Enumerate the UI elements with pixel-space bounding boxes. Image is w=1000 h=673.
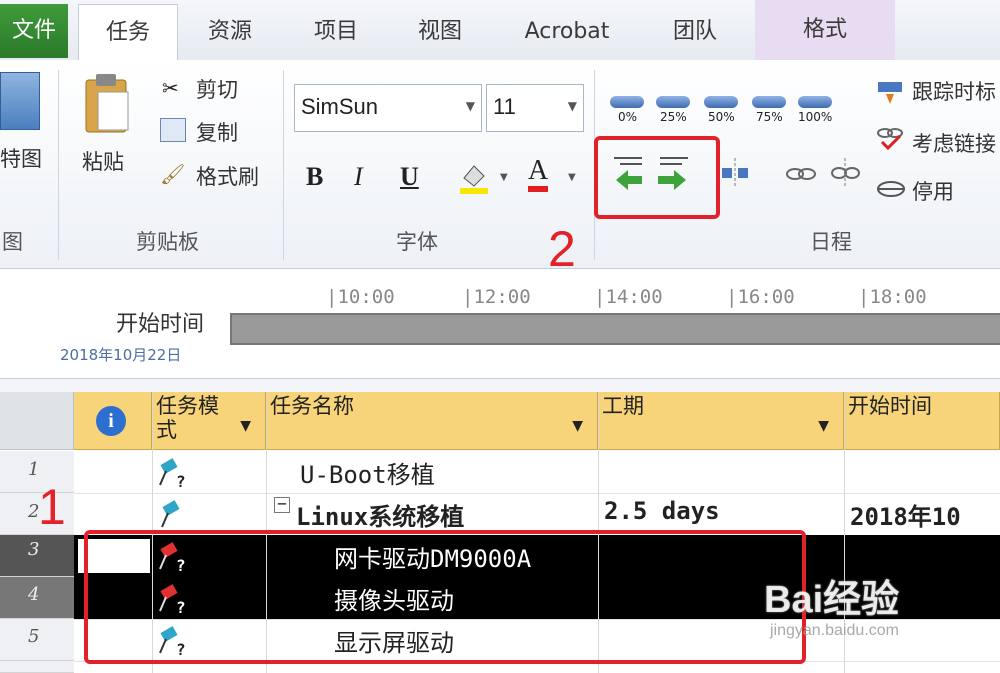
track-timeline-icon[interactable] xyxy=(876,78,904,106)
underline-button[interactable]: U xyxy=(400,162,419,192)
unlink-tasks-icon[interactable] xyxy=(830,158,860,188)
percent-complete-50-icon[interactable] xyxy=(704,96,738,108)
schedule-group-label: 日程 xyxy=(810,230,852,254)
collapse-summary-icon[interactable]: − xyxy=(274,496,290,513)
percent-0-label: 0% xyxy=(618,110,638,124)
column-header-start[interactable]: 开始时间 xyxy=(844,392,1000,450)
task-name-header-label: 任务名称 xyxy=(270,394,354,418)
view-group-label: 图 xyxy=(2,230,23,254)
font-name-combo[interactable]: SimSun ▼ xyxy=(294,84,482,132)
percent-complete-0-icon[interactable] xyxy=(610,96,644,108)
paste-icon[interactable] xyxy=(82,72,132,134)
grid-top-border xyxy=(0,378,1000,393)
percent-complete-100-icon[interactable] xyxy=(798,96,832,108)
chevron-down-icon[interactable]: ▼ xyxy=(240,414,251,438)
percent-complete-75-icon[interactable] xyxy=(752,96,786,108)
respect-links-icon[interactable] xyxy=(876,124,904,152)
timeline-tick: |10:00 xyxy=(326,286,395,308)
percent-100-label: 100% xyxy=(798,110,833,124)
timeline-tick: |12:00 xyxy=(462,286,531,308)
tab-task[interactable]: 任务 xyxy=(78,4,178,62)
percent-75-label: 75% xyxy=(756,110,783,124)
column-header-info[interactable]: i xyxy=(74,392,152,450)
chevron-down-icon[interactable]: ▼ xyxy=(500,172,508,183)
task-mode-header-label: 任务模式 xyxy=(156,394,219,442)
task-name-cell[interactable]: U-Boot移植 xyxy=(300,455,435,497)
tab-project[interactable]: 项目 xyxy=(296,4,376,60)
chevron-down-icon[interactable]: ▼ xyxy=(568,99,577,113)
tab-file[interactable]: 文件 xyxy=(0,4,68,58)
format-painter-icon: 🖌 xyxy=(160,162,186,186)
fill-color-icon[interactable] xyxy=(458,160,488,194)
cut-icon: ✂ xyxy=(162,76,179,100)
font-size-value: 11 xyxy=(493,94,516,119)
cut-button[interactable]: 剪切 xyxy=(196,74,238,104)
select-all-corner[interactable] xyxy=(0,392,74,450)
svg-text:?: ? xyxy=(176,472,186,489)
annotation-box-indent xyxy=(594,136,720,219)
percent-25-label: 25% xyxy=(660,110,687,124)
percent-50-label: 50% xyxy=(708,110,735,124)
inactivate-icon[interactable] xyxy=(876,180,906,198)
group-separator xyxy=(58,70,59,260)
annotation-label-2: 2 xyxy=(548,221,576,277)
timeline-start-date: 2018年10月22日 xyxy=(60,346,182,364)
track-timeline-label[interactable]: 跟踪时标 xyxy=(912,76,996,106)
link-tasks-icon[interactable] xyxy=(786,164,816,184)
timeline-start-label: 开始时间 xyxy=(116,312,205,337)
gantt-chart-icon[interactable] xyxy=(0,72,40,130)
column-header-task-name[interactable]: 任务名称 ▼ xyxy=(266,392,598,450)
tab-format[interactable]: 格式 xyxy=(755,0,895,60)
view-button-label: 特图 xyxy=(0,147,42,171)
chevron-down-icon[interactable]: ▼ xyxy=(818,414,829,438)
annotation-box-subtasks xyxy=(84,530,806,664)
clipboard-group-label: 剪贴板 xyxy=(136,230,199,254)
timeline-bar[interactable] xyxy=(230,313,1000,345)
tab-acrobat[interactable]: Acrobat xyxy=(512,4,622,60)
copy-button[interactable]: 复制 xyxy=(196,117,238,147)
annotation-label-1: 1 xyxy=(38,479,66,535)
font-name-value: SimSun xyxy=(301,94,379,119)
start-header-label: 开始时间 xyxy=(848,394,932,418)
chevron-down-icon[interactable]: ▼ xyxy=(572,414,583,438)
tab-resource[interactable]: 资源 xyxy=(190,4,270,60)
row-number[interactable]: 3 xyxy=(0,535,74,577)
format-painter-button[interactable]: 格式刷 xyxy=(196,161,259,191)
chevron-down-icon[interactable]: ▼ xyxy=(466,99,475,113)
duration-header-label: 工期 xyxy=(602,394,644,418)
timeline-tick: |18:00 xyxy=(858,286,927,308)
italic-button[interactable]: I xyxy=(354,162,363,192)
font-color-button[interactable]: A xyxy=(528,156,549,192)
column-header-task-mode[interactable]: 任务模式 ▼ xyxy=(152,392,266,450)
font-group-label: 字体 xyxy=(396,230,438,254)
tab-view[interactable]: 视图 xyxy=(400,4,480,60)
row-number-empty xyxy=(0,661,74,673)
table-row[interactable]: ? U-Boot移植 xyxy=(74,451,1000,494)
info-icon: i xyxy=(96,406,126,436)
baidu-watermark-url: jingyan.baidu.com xyxy=(770,622,899,639)
percent-complete-25-icon[interactable] xyxy=(656,96,690,108)
group-separator xyxy=(283,70,284,260)
tab-team[interactable]: 团队 xyxy=(650,4,740,60)
baidu-watermark: Bai经验 xyxy=(764,579,900,621)
bold-button[interactable]: B xyxy=(306,162,323,192)
respect-links-label[interactable]: 考虑链接 xyxy=(912,128,996,158)
row-number[interactable]: 4 xyxy=(0,577,74,619)
font-size-combo[interactable]: 11 ▼ xyxy=(486,84,584,132)
start-cell[interactable]: 2018年10 xyxy=(850,497,961,539)
column-header-duration[interactable]: 工期 ▼ xyxy=(598,392,844,450)
row-number[interactable]: 5 xyxy=(0,619,74,661)
chevron-down-icon[interactable]: ▼ xyxy=(568,172,576,183)
inactivate-label[interactable]: 停用 xyxy=(912,176,954,206)
copy-icon xyxy=(160,118,186,142)
split-task-icon[interactable] xyxy=(720,158,750,188)
paste-button[interactable]: 粘贴 xyxy=(82,146,124,176)
timeline-tick: |16:00 xyxy=(726,286,795,308)
timeline-tick: |14:00 xyxy=(594,286,663,308)
